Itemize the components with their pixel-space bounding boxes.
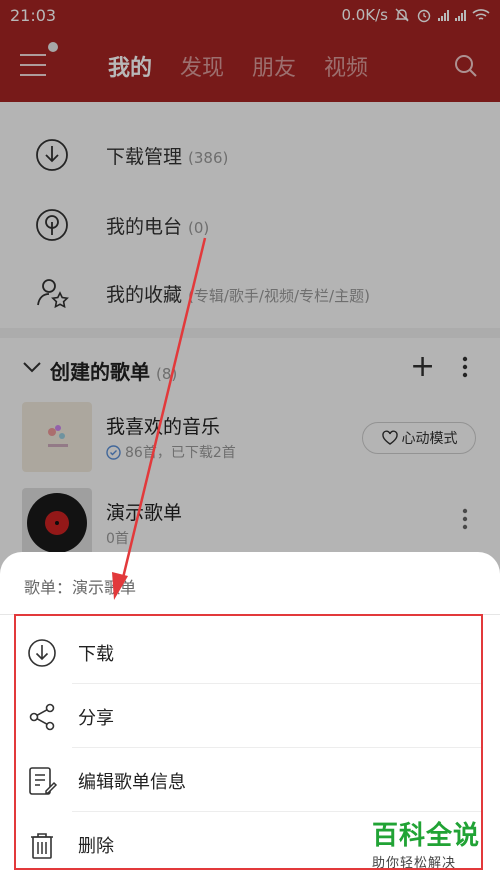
sheet-item-label: 编辑歌单信息 [78,772,186,793]
sheet-divider [0,614,500,615]
share-icon [29,703,55,731]
sheet-title: 歌单：演示歌单 [24,578,137,597]
sheet-item-label: 下载 [78,644,114,665]
sheet-item-label: 删除 [78,836,114,857]
trash-icon [31,833,53,859]
sheet-item-download[interactable]: 下载 [0,620,500,684]
watermark-title: 百科全说 [372,821,481,851]
edit-info-icon [29,767,58,795]
sheet-item-label: 分享 [78,708,114,729]
watermark-subtitle: 助你轻松解决 [372,856,457,871]
sheet-item-edit-info[interactable]: 编辑歌单信息 [0,748,500,812]
sheet-item-share[interactable]: 分享 [0,684,500,748]
download-icon [28,639,56,667]
watermark: 百科全说 助你轻松解决 [372,822,490,871]
